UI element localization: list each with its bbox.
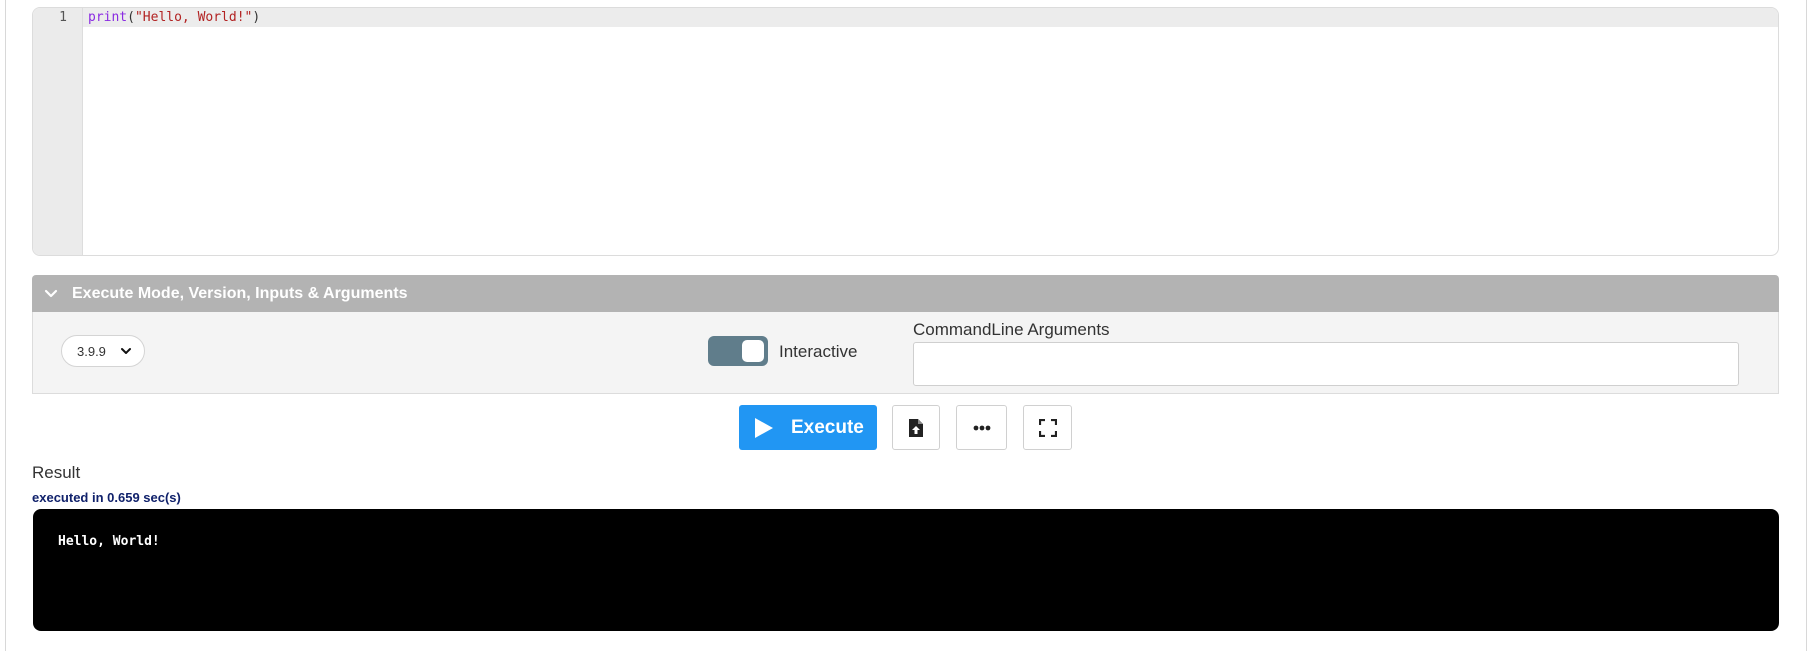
interactive-toggle[interactable]: [708, 336, 768, 366]
fullscreen-button[interactable]: [1023, 405, 1072, 450]
options-panel-title: Execute Mode, Version, Inputs & Argument…: [72, 284, 408, 302]
result-label: Result: [32, 463, 81, 482]
version-value: 3.9.9: [77, 343, 106, 359]
toggle-knob: [742, 340, 764, 362]
chevron-down-icon: [44, 289, 58, 297]
chevron-down-icon: [121, 348, 131, 354]
execution-time: executed in 0.659 sec(s): [32, 490, 181, 505]
code-line[interactable]: print("Hello, World!"): [88, 10, 260, 25]
args-label: CommandLine Arguments: [913, 320, 1110, 339]
interactive-label: Interactive: [779, 342, 858, 361]
version-select[interactable]: 3.9.9: [61, 335, 145, 367]
file-upload-icon: [909, 418, 923, 437]
line-number: 1: [59, 10, 67, 25]
output-terminal[interactable]: Hello, World!: [33, 509, 1779, 631]
code-editor[interactable]: 1 print("Hello, World!"): [32, 7, 1779, 256]
code-token-function: print: [88, 10, 128, 25]
play-icon: [755, 417, 773, 438]
more-options-icon: [973, 425, 990, 430]
line-gutter: 1: [33, 8, 83, 255]
options-panel-header[interactable]: Execute Mode, Version, Inputs & Argument…: [32, 275, 1779, 312]
code-token-paren-open: (: [127, 10, 135, 25]
execute-button[interactable]: Execute: [739, 405, 877, 450]
execute-label: Execute: [791, 416, 864, 438]
output-text: Hello, World!: [58, 534, 160, 549]
code-token-paren-close: ): [252, 10, 261, 25]
upload-file-button[interactable]: [892, 405, 940, 450]
args-input[interactable]: [913, 342, 1739, 386]
options-panel-body: 3.9.9 Interactive CommandLine Arguments: [32, 312, 1779, 394]
fullscreen-icon: [1038, 418, 1057, 437]
active-line-highlight: [83, 8, 1778, 27]
clipped-header-remnant: [30, 0, 230, 1]
code-token-string: "Hello, World!": [134, 10, 253, 25]
more-options-button[interactable]: [956, 405, 1007, 450]
